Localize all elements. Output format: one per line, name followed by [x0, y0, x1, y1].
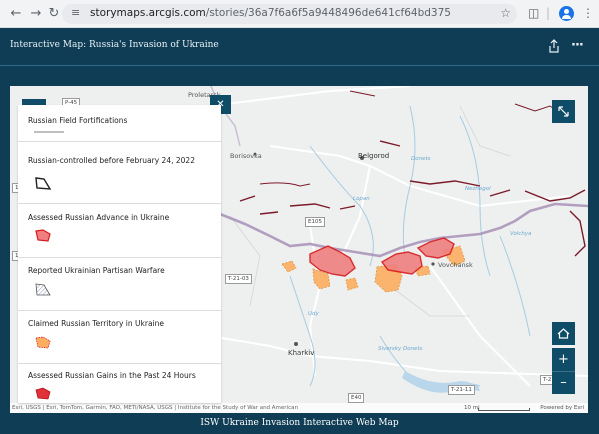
address-bar[interactable]: ≡ storymaps.arcgis.com/stories/36a7f6a6f…: [62, 4, 517, 24]
place-label: Kharkiv: [288, 349, 315, 357]
legend-label: Assessed Russian Gains in the Past 24 Ho…: [28, 371, 196, 380]
place-label: Borisovka: [230, 152, 262, 160]
legend-label: Claimed Russian Territory in Ukraine: [28, 319, 164, 328]
hatched-polygon-icon: [35, 283, 51, 296]
legend-item-claimed: Claimed Russian Territory in Ukraine: [18, 311, 221, 364]
url-host: storymaps.arcgis.com: [90, 7, 206, 19]
browser-toolbar: ← → ↻ ≡ storymaps.arcgis.com/stories/36a…: [0, 0, 599, 28]
expand-icon: [558, 106, 569, 117]
tune-icon[interactable]: ≡: [71, 6, 80, 19]
river-label: Donets: [411, 156, 431, 162]
reload-icon[interactable]: ↻: [46, 6, 62, 22]
river-label: Siversky Donets: [378, 346, 423, 352]
place-label: Vovchansk: [438, 261, 473, 269]
legend-label: Assessed Russian Advance in Ukraine: [28, 213, 170, 222]
legend-item-fortifications: Russian Field Fortifications: [18, 105, 221, 142]
road-sign: T-21-03: [225, 274, 252, 284]
fortification-line-icon: [34, 131, 64, 133]
plus-icon: +: [558, 352, 569, 367]
avatar[interactable]: [559, 6, 574, 21]
river-label: Lopan: [353, 196, 370, 202]
zoom-in-button[interactable]: +: [552, 348, 575, 371]
legend-label: Russian Field Fortifications: [28, 116, 128, 125]
legend-item-russian-controlled: Russian-controlled before February 24, 2…: [18, 142, 221, 204]
back-arrow-icon[interactable]: ←: [8, 6, 24, 22]
legend-label: Russian-controlled before February 24, 2…: [28, 156, 195, 165]
url-path: /stories/36a7f6a6f5a9448496de641cf64bd37…: [205, 7, 451, 19]
home-icon: [557, 328, 570, 339]
star-icon[interactable]: ☆: [500, 6, 511, 20]
orange-polygon-icon: [35, 336, 51, 349]
legend-item-partisan: Reported Ukrainian Partisan Warfare: [18, 258, 221, 311]
forward-arrow-icon[interactable]: →: [28, 6, 44, 22]
legend-item-gains-24h: Assessed Russian Gains in the Past 24 Ho…: [18, 364, 221, 403]
map-attribution: Esri, USGS | Esri, TomTom, Garmin, FAO, …: [10, 403, 588, 413]
more-icon[interactable]: ···: [571, 38, 584, 53]
url-text[interactable]: storymaps.arcgis.com/stories/36a7f6a6f5a…: [90, 7, 451, 19]
road-sign: T-21-11: [448, 385, 475, 395]
share-icon[interactable]: [548, 39, 560, 53]
legend-label: Reported Ukrainian Partisan Warfare: [28, 266, 165, 275]
footer-title: ISW Ukraine Invasion Interactive Web Map: [200, 418, 399, 428]
place-label: Belgorod: [358, 152, 390, 160]
legend-item-russian-advance: Assessed Russian Advance in Ukraine: [18, 204, 221, 258]
river-label: Udy: [308, 311, 319, 317]
road-sign: E40: [348, 393, 365, 403]
river-label: Nezhegol: [465, 186, 491, 192]
story-footer: ISW Ukraine Invasion Interactive Web Map: [0, 413, 599, 434]
home-button[interactable]: [552, 322, 575, 345]
road-sign: E105: [305, 217, 325, 227]
page-title: Interactive Map: Russia's Invasion of Uk…: [10, 40, 219, 50]
more-vertical-icon[interactable]: ⋮: [582, 6, 594, 20]
story-header: Interactive Map: Russia's Invasion of Uk…: [0, 28, 599, 66]
minus-icon: –: [560, 375, 567, 390]
red-polygon-icon: [35, 229, 51, 242]
legend-panel: Russian Field Fortifications Russian-con…: [18, 105, 221, 403]
zoom-out-button[interactable]: –: [552, 371, 575, 394]
red-gain-polygon-icon: [35, 387, 51, 400]
puzzle-icon[interactable]: ◫: [528, 6, 539, 20]
scale-bar: [478, 408, 530, 411]
attribution-text[interactable]: Esri, USGS | Esri, TomTom, Garmin, FAO, …: [12, 405, 298, 411]
divider-icon: |: [546, 6, 551, 20]
outline-polygon-icon: [35, 177, 52, 190]
expand-button[interactable]: [552, 100, 575, 123]
river-label: Volchya: [510, 231, 532, 237]
powered-by[interactable]: Powered by Esri: [540, 403, 584, 413]
